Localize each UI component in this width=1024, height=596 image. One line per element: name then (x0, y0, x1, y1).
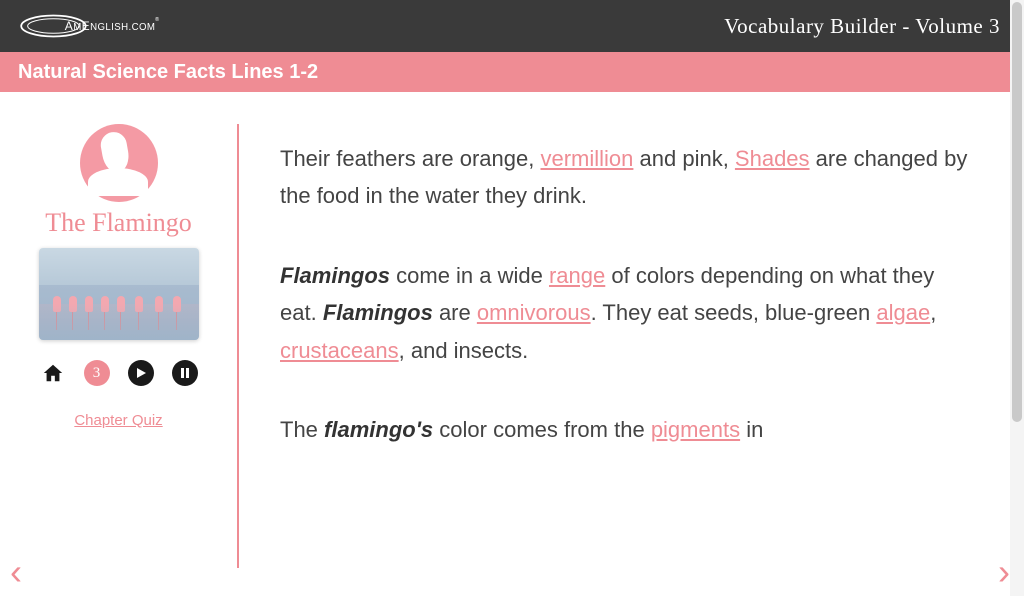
chapter-photo (39, 248, 199, 340)
term-flamingos: Flamingos (323, 300, 433, 325)
svg-text:AMENGLISH.COM: AMENGLISH.COM (65, 19, 156, 33)
reading-passage: Their feathers are orange, vermillion an… (280, 140, 976, 568)
pause-icon (179, 367, 191, 379)
svg-text:®: ® (155, 16, 160, 23)
flamingo-badge-icon (80, 124, 158, 202)
pause-button[interactable] (172, 360, 198, 386)
vertical-scrollbar[interactable] (1010, 0, 1024, 596)
lesson-title: Natural Science Facts Lines 1-2 (18, 61, 318, 84)
sidebar: The Flamingo 3 Chapter Quiz (0, 124, 237, 429)
brand-logo: AMENGLISH.COM ® (18, 9, 163, 43)
vocab-crustaceans[interactable]: crustaceans (280, 338, 399, 363)
logo-swoosh-icon: AMENGLISH.COM ® (18, 9, 163, 43)
content-area: The Flamingo 3 Chapter Quiz (0, 92, 1024, 596)
play-icon (135, 367, 147, 379)
audio-controls: 3 (40, 360, 198, 386)
play-button[interactable] (128, 360, 154, 386)
prev-page-button[interactable]: ‹ (10, 554, 22, 590)
paragraph-1: Their feathers are orange, vermillion an… (280, 140, 976, 215)
home-icon (42, 362, 64, 384)
paragraph-3: The flamingo's color comes from the pigm… (280, 411, 976, 448)
vocab-omnivorous[interactable]: omnivorous (477, 300, 591, 325)
lesson-title-bar: Natural Science Facts Lines 1-2 (0, 52, 1024, 92)
chapter-title: The Flamingo (45, 208, 192, 238)
vocab-shades[interactable]: Shades (735, 146, 810, 171)
term-flamingos: flamingo's (324, 417, 433, 442)
chapter-quiz-link[interactable]: Chapter Quiz (74, 412, 162, 429)
vocab-algae[interactable]: algae (876, 300, 930, 325)
term-flamingos: Flamingos (280, 263, 390, 288)
vocab-range[interactable]: range (549, 263, 605, 288)
vertical-divider (237, 124, 239, 568)
next-page-button[interactable]: › (998, 554, 1010, 590)
vocab-pigments[interactable]: pigments (651, 417, 740, 442)
paragraph-2: Flamingos come in a wide range of colors… (280, 257, 976, 369)
top-bar: AMENGLISH.COM ® Vocabulary Builder - Vol… (0, 0, 1024, 52)
home-button[interactable] (40, 360, 66, 386)
product-title: Vocabulary Builder - Volume 3 (724, 14, 1000, 39)
page-number-badge[interactable]: 3 (84, 360, 110, 386)
vocab-vermillion[interactable]: vermillion (540, 146, 633, 171)
